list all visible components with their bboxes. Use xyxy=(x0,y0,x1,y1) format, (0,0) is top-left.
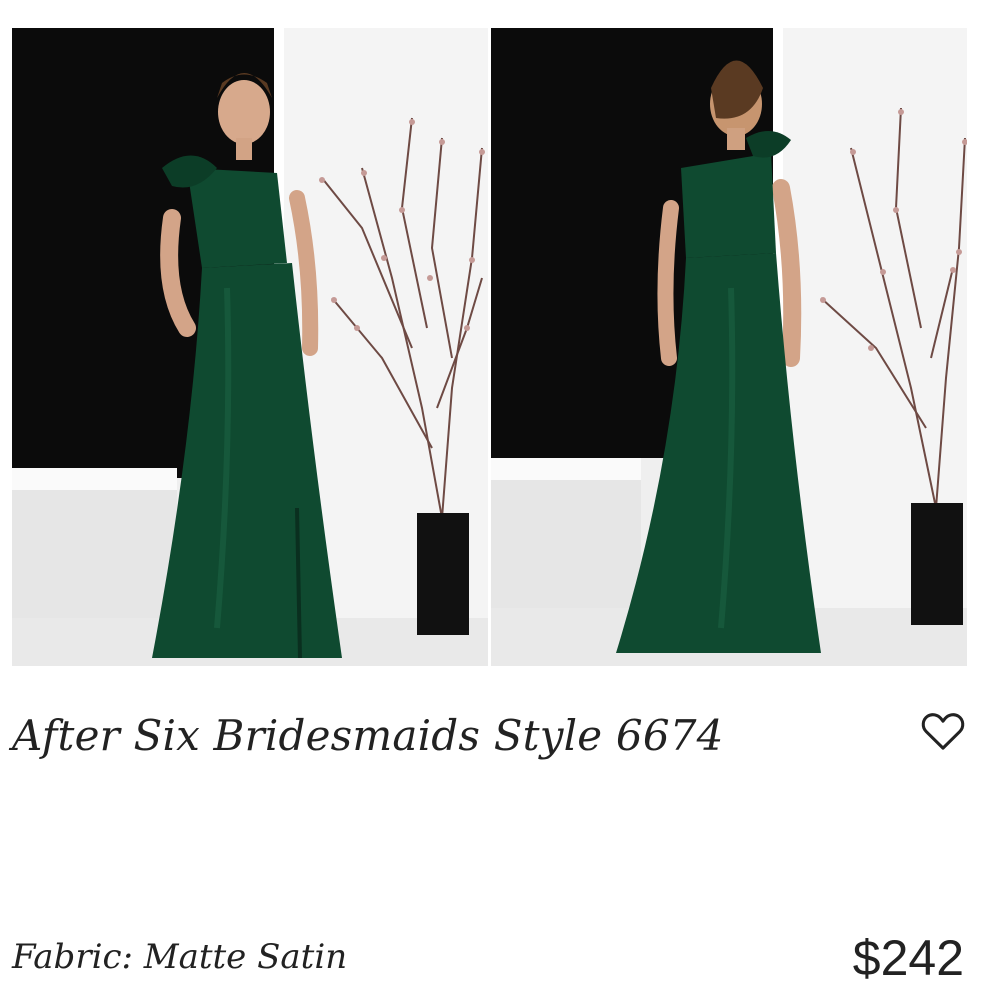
dress-back-photo xyxy=(491,28,967,666)
favorite-button[interactable] xyxy=(915,704,971,756)
fabric-label: Fabric: Matte Satin xyxy=(12,937,348,977)
product-image-front[interactable] xyxy=(12,28,488,666)
product-title: After Six Bridesmaids Style 6674 xyxy=(12,711,724,760)
product-price: $242 xyxy=(852,930,964,986)
product-image-back[interactable] xyxy=(491,28,967,666)
dress-front-photo xyxy=(12,28,488,666)
heart-icon xyxy=(921,713,965,750)
